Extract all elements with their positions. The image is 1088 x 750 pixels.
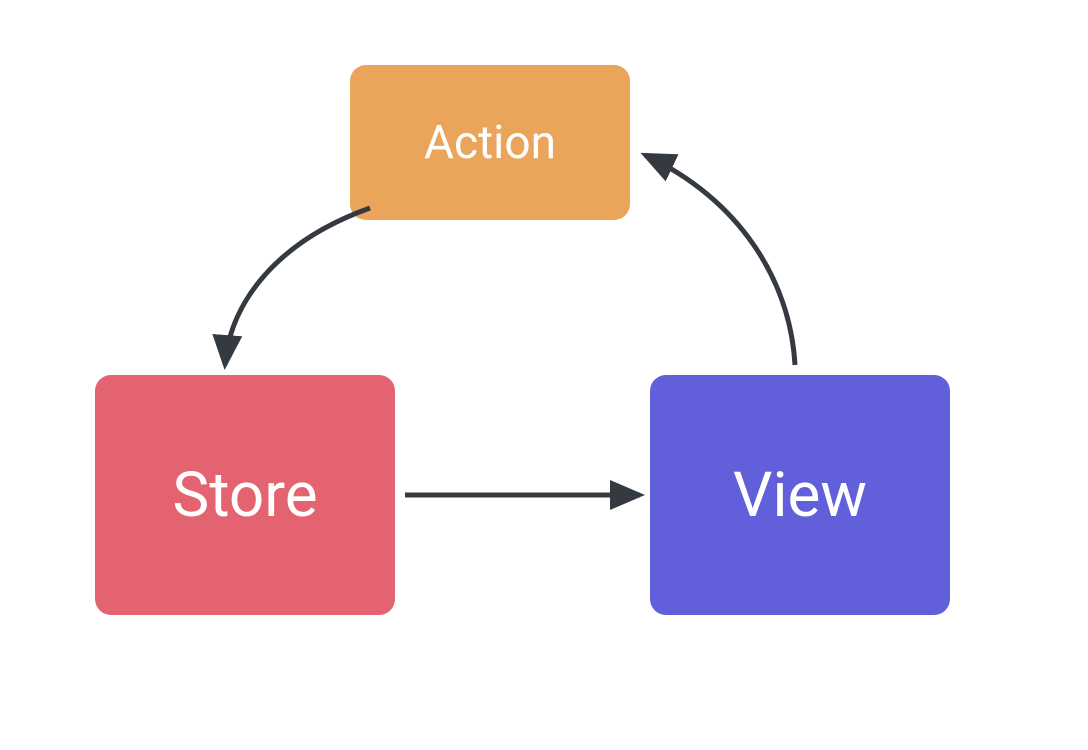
node-action: Action	[350, 65, 630, 220]
node-view-label: View	[733, 459, 867, 532]
arrow-action-to-store	[225, 208, 370, 365]
node-action-label: Action	[424, 116, 556, 170]
node-store: Store	[95, 375, 395, 615]
node-view: View	[650, 375, 950, 615]
arrow-view-to-action	[645, 155, 795, 365]
node-store-label: Store	[172, 459, 317, 532]
